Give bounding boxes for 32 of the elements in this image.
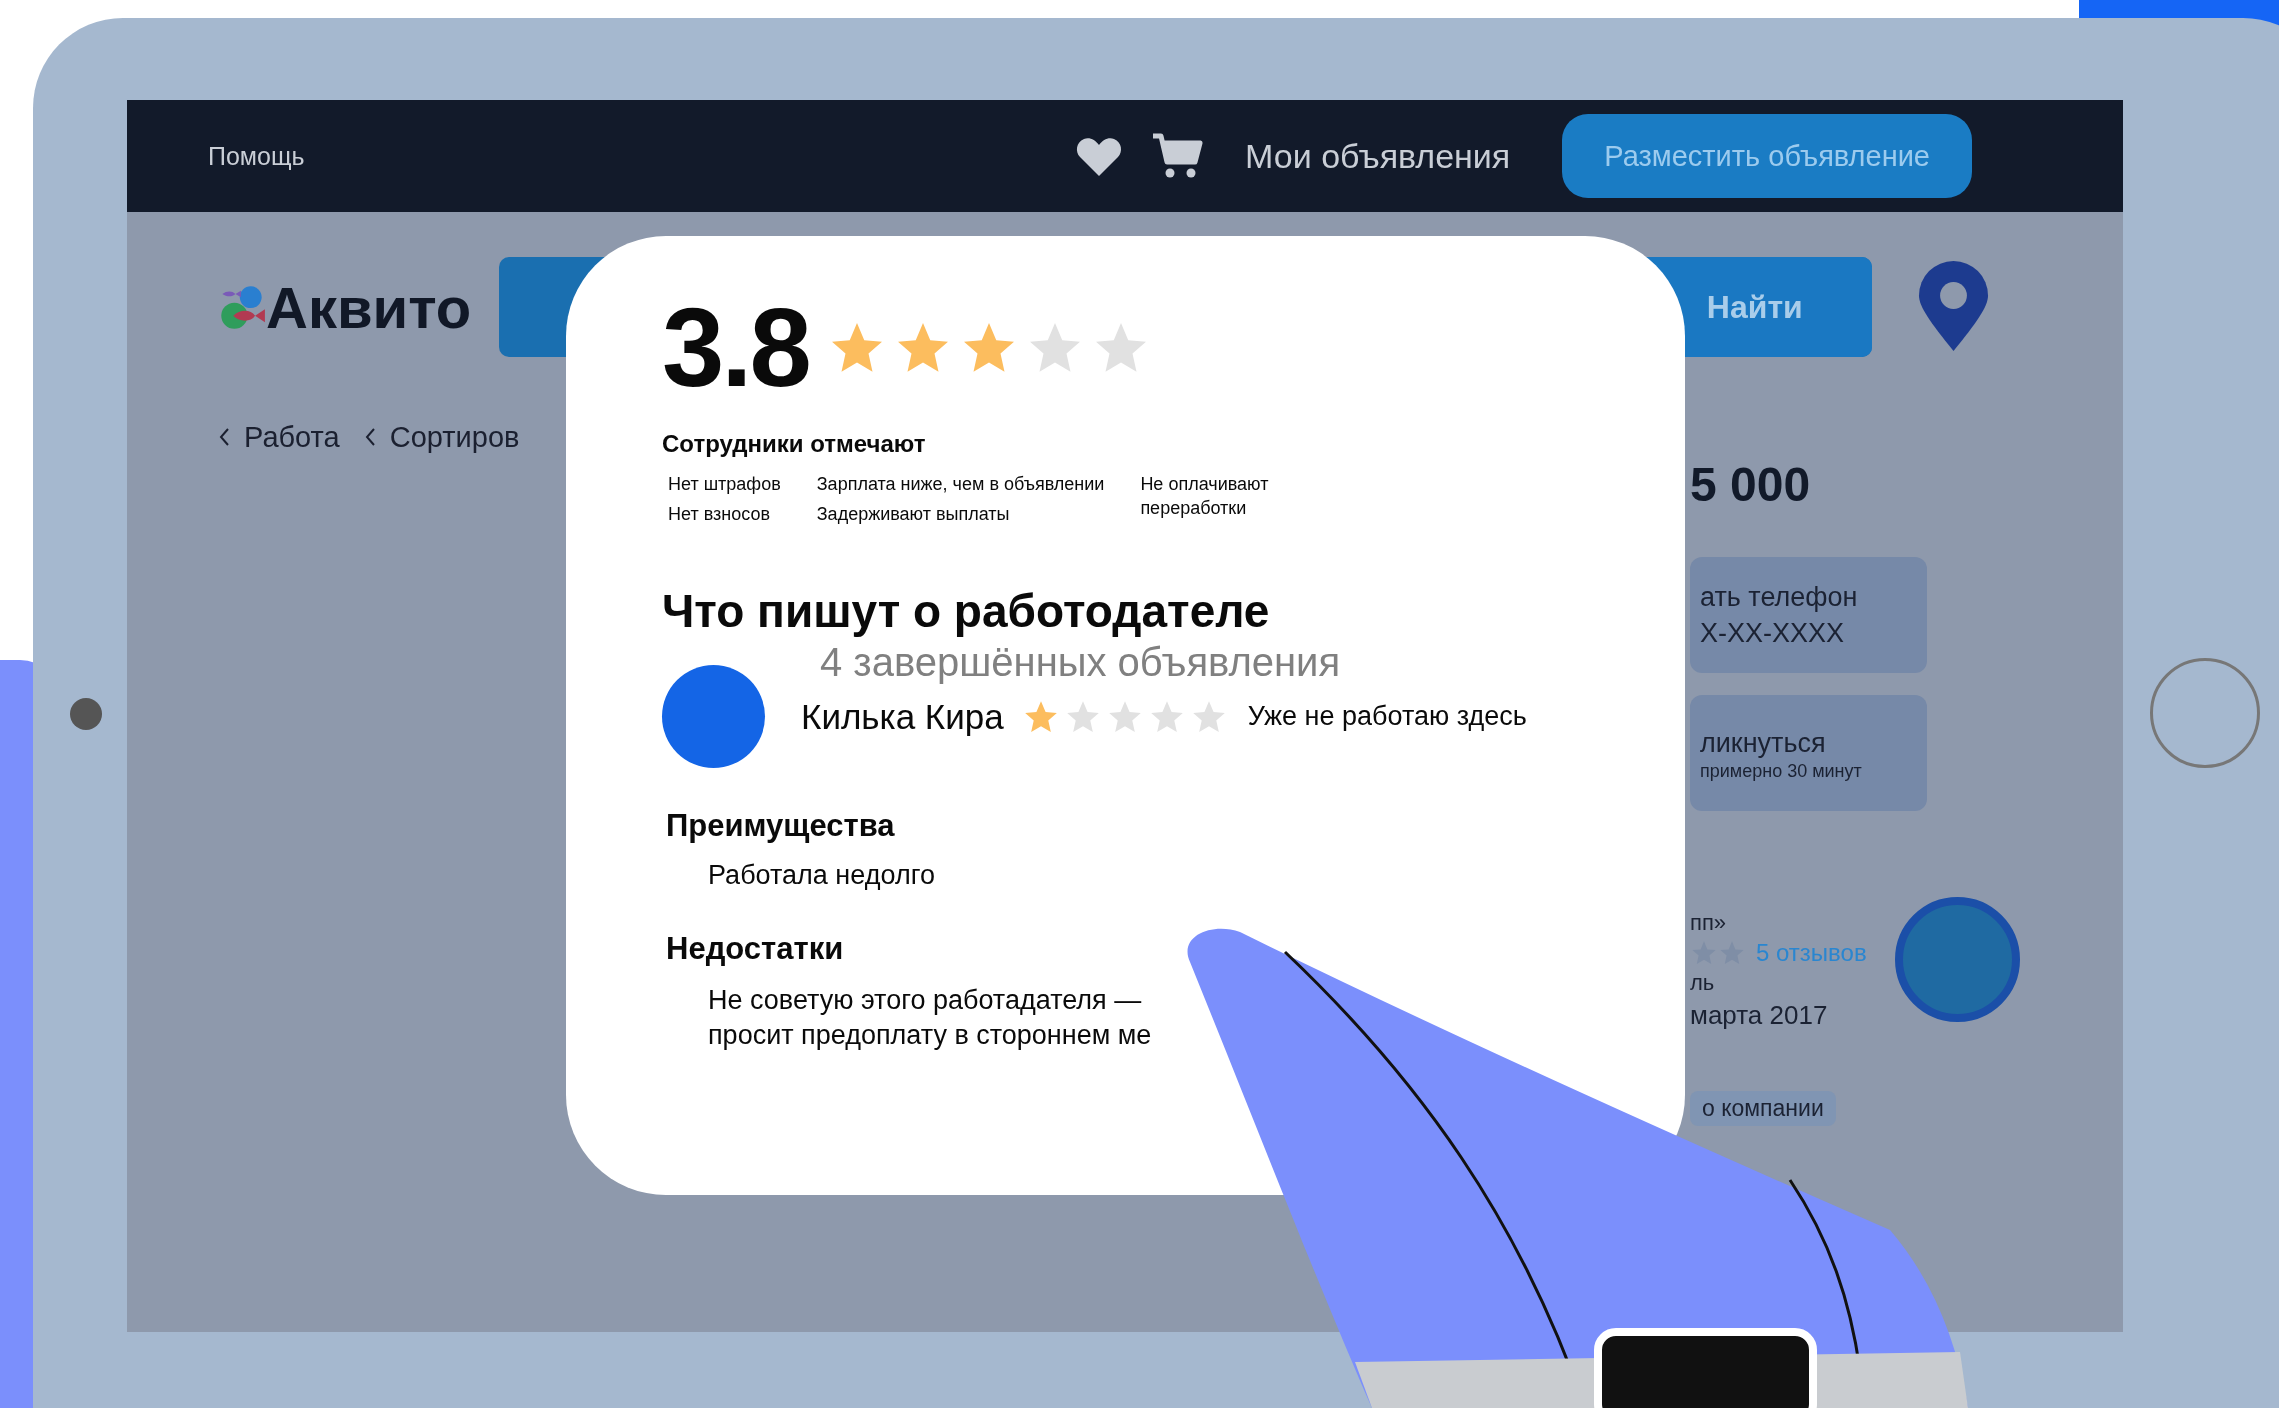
cons-title: Недостатки bbox=[666, 931, 844, 967]
respond-button[interactable]: ликнуться примерно 30 минут bbox=[1690, 695, 1927, 811]
employee-tag: Задерживают выплаты bbox=[816, 502, 1105, 526]
salary-text: 5 000 bbox=[1690, 457, 1811, 512]
employer-name: пп» bbox=[1690, 909, 1728, 937]
pros-text: Работала недолго bbox=[708, 860, 935, 891]
breadcrumb-link[interactable]: Работа bbox=[244, 420, 340, 454]
chevron-left-icon[interactable] bbox=[363, 426, 376, 448]
section-title: Что пишут о работодателе bbox=[662, 584, 1270, 638]
logo-text[interactable]: Аквито bbox=[266, 273, 472, 341]
my-ads-link[interactable]: Мои объявления bbox=[1245, 136, 1511, 176]
employee-tag: Не оплачивают переработки bbox=[1140, 472, 1291, 520]
employees-note-title: Сотрудники отмечают bbox=[662, 430, 926, 458]
employee-tag: Зарплата ниже, чем в объявлении bbox=[816, 472, 1105, 496]
completed-ads-count: 4 завершённых объявления bbox=[820, 640, 1341, 685]
pros-title: Преимущества bbox=[666, 808, 895, 844]
camera-dot bbox=[70, 698, 102, 730]
breadcrumb-link[interactable]: Сортиров bbox=[389, 420, 520, 454]
employer-role: ль bbox=[1690, 969, 1716, 997]
employee-tag: Нет штрафов bbox=[668, 472, 781, 496]
rating-value: 3.8 bbox=[662, 288, 809, 408]
show-phone-button[interactable]: ать телефон X-XX-XXXX bbox=[1690, 557, 1927, 673]
employer-since: марта 2017 bbox=[1690, 999, 1829, 1031]
chevron-left-icon[interactable] bbox=[218, 426, 230, 448]
cons-text: просит предоплату в стороннем ме bbox=[708, 1020, 1152, 1051]
employee-tag: Нет взносов bbox=[668, 502, 781, 526]
reviewer-name: Килька Кира bbox=[801, 696, 1004, 737]
cons-text: Не советую этого работадателя — bbox=[708, 985, 1142, 1016]
about-company-tag[interactable]: о компании bbox=[1690, 1091, 1836, 1126]
reviewer-status: Уже не работаю здесь bbox=[1247, 701, 1527, 732]
help-link[interactable]: Помощь bbox=[208, 141, 305, 171]
logo-icon bbox=[218, 283, 266, 331]
